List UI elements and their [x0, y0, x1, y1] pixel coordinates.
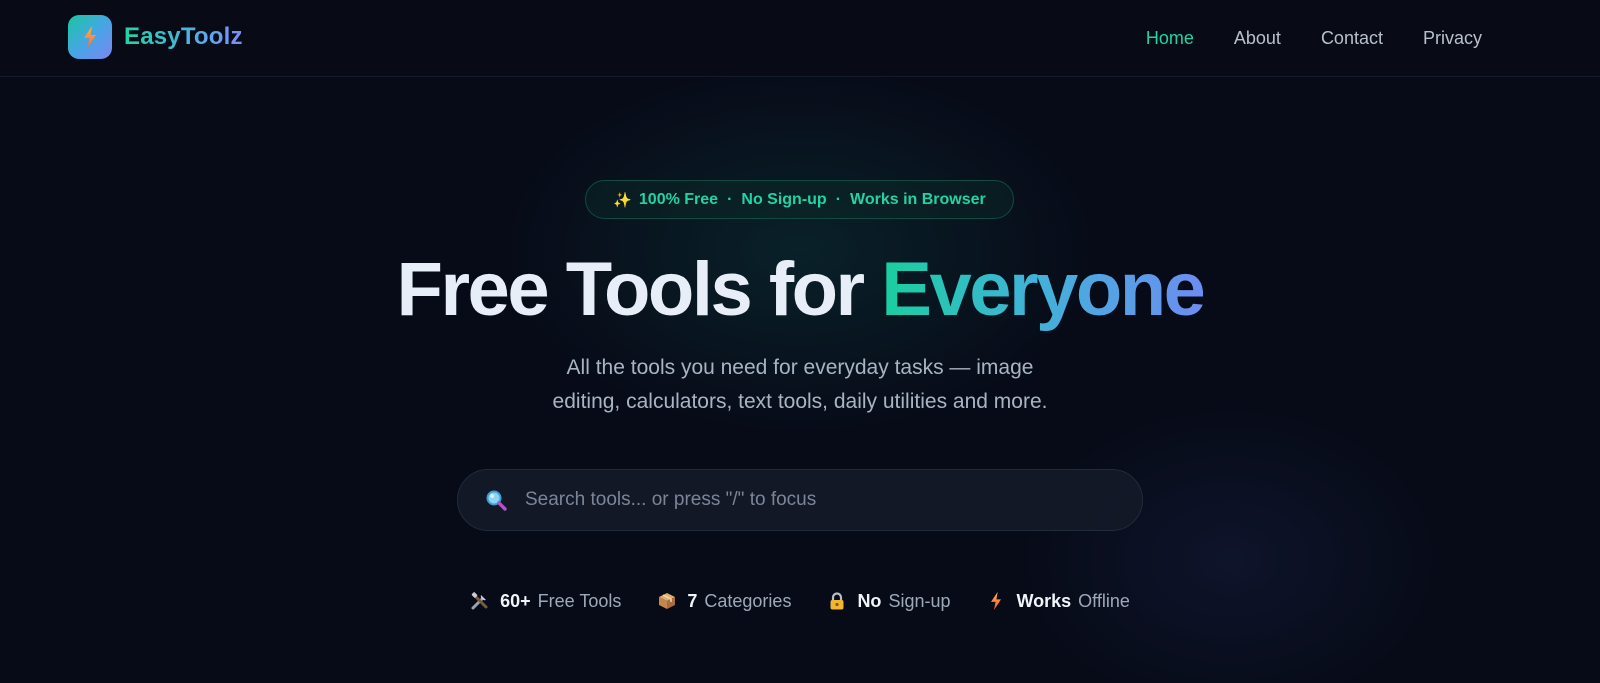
- pill-item-no-signup: No Sign-up: [741, 190, 827, 208]
- brand-link[interactable]: EasyToolz: [68, 15, 243, 59]
- pill-item-free: 100% Free: [638, 190, 719, 208]
- headline-prefix: Free Tools for: [396, 247, 882, 332]
- tools-icon: [470, 591, 490, 611]
- nav-link-contact[interactable]: Contact: [1321, 28, 1383, 49]
- top-navbar: EasyToolz Home About Contact Privacy: [0, 0, 1600, 77]
- subtitle-line-2: editing, calculators, text tools, daily …: [552, 390, 1048, 413]
- stat-value: Works: [1016, 590, 1072, 611]
- stat-no-signup: No Sign-up: [827, 591, 950, 612]
- stat-label: Offline: [1078, 590, 1130, 611]
- stat-label: Categories: [704, 590, 792, 611]
- stat-value: No: [857, 590, 882, 611]
- stat-label: Sign-up: [888, 590, 951, 611]
- package-icon: [657, 591, 677, 611]
- search-input[interactable]: [525, 480, 1142, 520]
- stat-categories: 7 Categories: [657, 591, 791, 612]
- pill-item-browser: Works in Browser: [850, 190, 986, 208]
- headline-accent: Everyone: [881, 247, 1206, 332]
- stat-works-offline: Works Offline: [986, 590, 1130, 612]
- stat-label: Free Tools: [537, 590, 622, 611]
- search-bar[interactable]: [457, 469, 1143, 531]
- stat-value: 7: [687, 590, 698, 611]
- magnifier-icon: [486, 490, 507, 511]
- page: EasyToolz Home About Contact Privacy ✨ 1…: [0, 0, 1600, 683]
- lock-icon: [827, 591, 847, 611]
- stats-row: 60+ Free Tools 7 Categories No Sign-up W…: [0, 585, 1600, 617]
- sparkles-icon: ✨: [613, 191, 632, 209]
- nav-link-home[interactable]: Home: [1146, 28, 1194, 49]
- nav-link-privacy[interactable]: Privacy: [1423, 28, 1482, 49]
- nav-link-about[interactable]: About: [1234, 28, 1281, 49]
- feature-pill: ✨ 100% Free · No Sign-up · Works in Brow…: [585, 180, 1014, 219]
- hero-headline: Free Tools for Everyone: [0, 244, 1600, 336]
- subtitle-line-1: All the tools you need for everyday task…: [566, 356, 1034, 379]
- brand-name: EasyToolz: [124, 23, 243, 50]
- stat-free-tools: 60+ Free Tools: [470, 591, 621, 612]
- lightning-icon: [986, 591, 1006, 611]
- stat-value: 60+: [500, 590, 531, 611]
- lightning-icon: [84, 26, 96, 48]
- brand-logo: [68, 15, 112, 59]
- hero-subtitle: All the tools you need for everyday task…: [500, 351, 1100, 419]
- pill-separator: ·: [835, 190, 842, 208]
- nav-links: Home About Contact Privacy: [1106, 0, 1482, 76]
- pill-separator: ·: [727, 190, 733, 208]
